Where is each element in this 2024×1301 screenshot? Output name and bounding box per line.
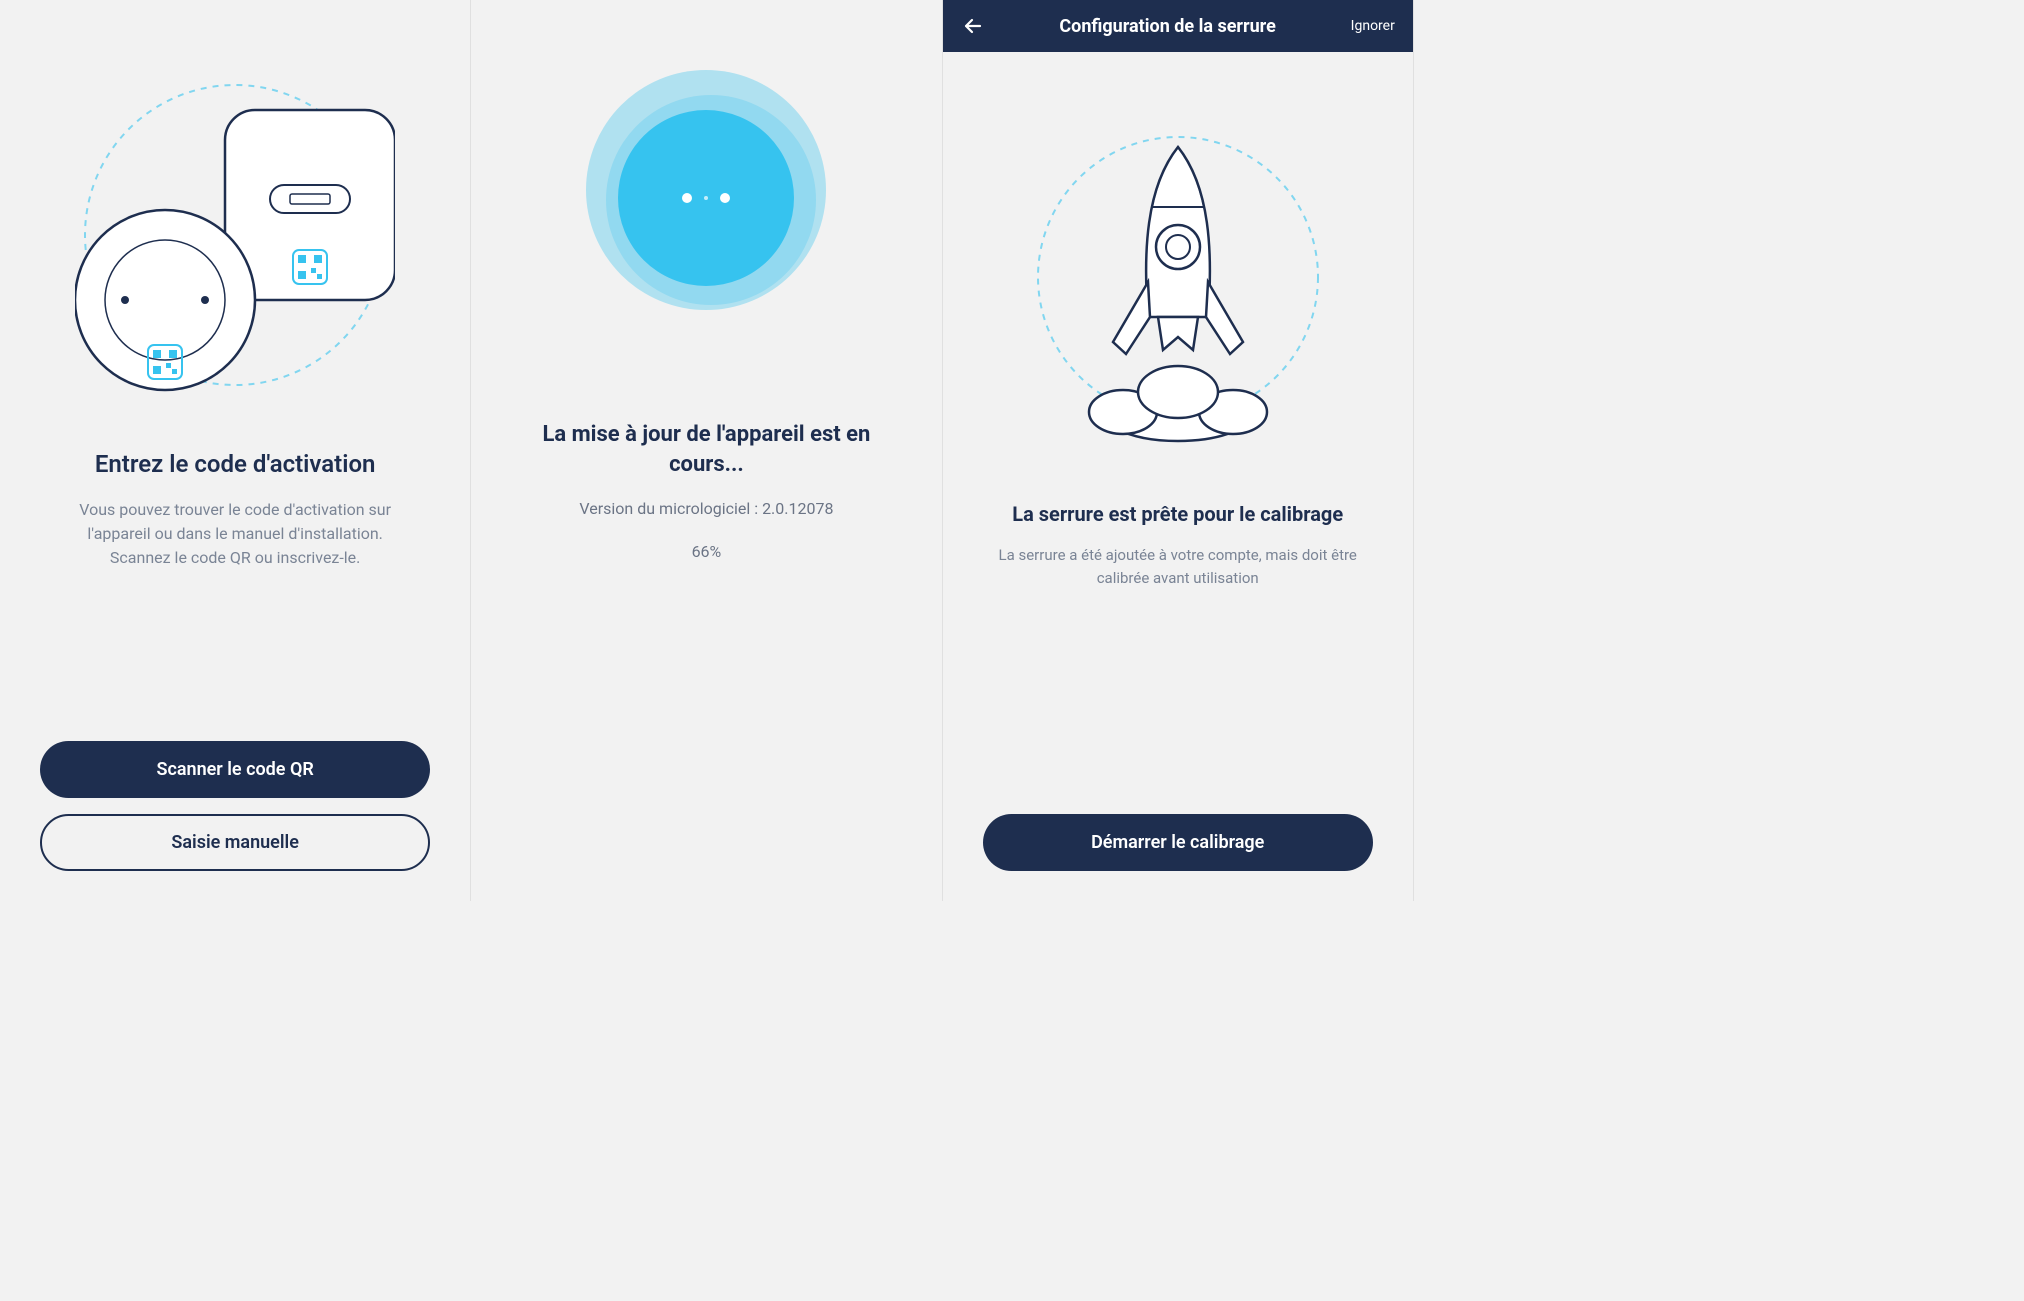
firmware-update-screen: La mise à jour de l'appareil est en cour… <box>471 0 942 901</box>
device-qr-illustration <box>40 70 430 400</box>
device-illustration-icon <box>75 70 395 400</box>
activation-description: Vous pouvez trouver le code d'activation… <box>40 498 430 570</box>
firmware-version-text: Version du micrologiciel : 2.0.12078 <box>471 499 941 518</box>
arrow-left-icon <box>961 14 985 38</box>
rocket-illustration <box>983 92 1373 462</box>
calibration-title: La serrure est prête pour le calibrage <box>983 502 1373 526</box>
back-button[interactable] <box>961 14 985 38</box>
lock-setup-header: Configuration de la serrure Ignorer <box>943 0 1413 52</box>
rocket-icon <box>1028 92 1328 462</box>
skip-button[interactable]: Ignorer <box>1351 18 1395 34</box>
activation-code-screen: Entrez le code d'activation Vous pouvez … <box>0 0 471 901</box>
update-progress: 66% <box>471 542 941 561</box>
activation-title: Entrez le code d'activation <box>40 450 430 478</box>
calibration-screen: Configuration de la serrure Ignorer <box>943 0 1414 901</box>
loading-animation <box>471 40 941 360</box>
start-calibration-button[interactable]: Démarrer le calibrage <box>983 814 1373 871</box>
manual-entry-button[interactable]: Saisie manuelle <box>40 814 430 871</box>
update-title: La mise à jour de l'appareil est en cour… <box>471 420 941 479</box>
scan-qr-button[interactable]: Scanner le code QR <box>40 741 430 798</box>
calibration-description: La serrure a été ajoutée à votre compte,… <box>983 544 1373 589</box>
header-title: Configuration de la serrure <box>997 16 1339 37</box>
